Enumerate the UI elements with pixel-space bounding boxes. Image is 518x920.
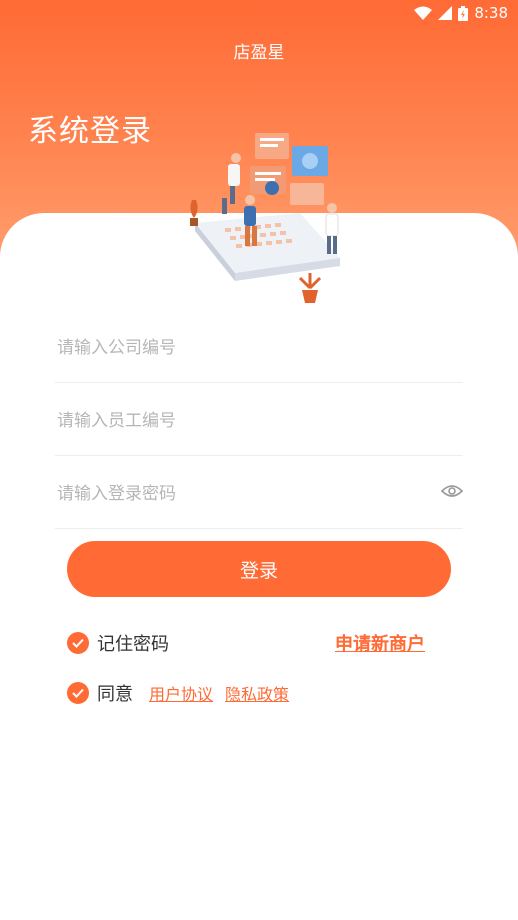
remember-row[interactable]: 记住密码 [67,630,169,656]
user-agreement-link[interactable]: 用户协议 [149,681,213,705]
password-input[interactable] [55,478,429,510]
agree-checkbox[interactable] [67,682,89,704]
check-icon [72,688,84,698]
battery-icon [458,5,469,21]
password-field [55,456,463,529]
app-title: 店盈星 [233,43,285,63]
eye-icon[interactable] [441,482,463,500]
company-code-input[interactable] [55,332,429,364]
login-button[interactable]: 登录 [67,541,451,597]
agree-label: 同意 [97,684,133,705]
apply-merchant-link[interactable]: 申请新商户 [335,630,425,656]
company-field [55,310,463,383]
page-heading: 系统登录 [28,114,152,149]
remember-label: 记住密码 [97,634,169,655]
login-illustration [190,133,340,303]
employee-code-input[interactable] [55,405,429,437]
privacy-policy-link[interactable]: 隐私政策 [225,681,289,705]
signal-icon [438,6,453,20]
status-time: 8:38 [474,4,508,22]
employee-field [55,383,463,456]
status-bar: 8:38 [0,0,518,28]
agree-row: 同意 用户协议 隐私政策 [67,680,289,706]
status-icons: 8:38 [414,4,508,22]
check-icon [72,638,84,648]
remember-checkbox[interactable] [67,632,89,654]
wifi-icon [414,6,433,20]
